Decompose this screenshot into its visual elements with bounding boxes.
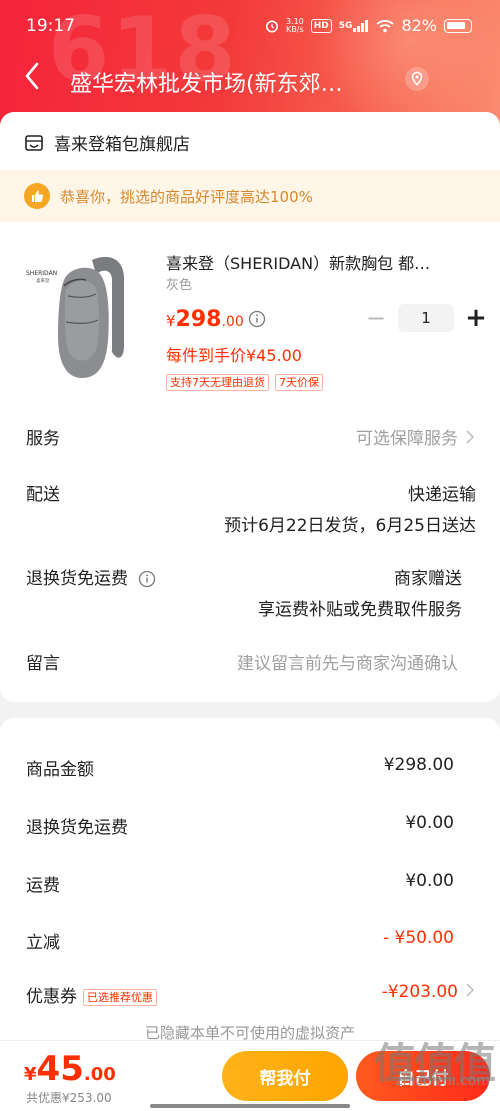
service-value: 可选保障服务: [356, 424, 475, 449]
total-decimal: .00: [83, 1064, 116, 1085]
price-symbol: ¥: [166, 312, 176, 330]
fee-row-return-shipping: 退换货免运费 ¥0.00: [26, 813, 454, 838]
product-title[interactable]: 喜来登（SHERIDAN）新款胸包 都…: [166, 250, 466, 274]
price-decimal: .00: [221, 314, 244, 330]
delivery-method: 快递运输: [408, 485, 476, 505]
network-type: 5G: [338, 20, 353, 31]
fee-label: 运费: [26, 876, 60, 896]
congrats-text: 恭喜你，挑选的商品好评度高达100%: [60, 187, 313, 206]
return-shipping-provider: 商家赠送: [394, 569, 462, 589]
price-integer: 298: [175, 307, 222, 332]
fee-label: 退换货免运费: [26, 818, 128, 838]
net-speed: 3.10 KB/s: [286, 17, 304, 34]
price-info-icon[interactable]: [248, 310, 266, 328]
service-label: 服务: [26, 429, 60, 449]
message-label: 留言: [26, 654, 60, 674]
fee-row-shipping: 运费 ¥0.00: [26, 871, 454, 896]
thumbs-up-icon: [24, 183, 50, 209]
product-tags: 支持7天无理由退货 7天价保: [166, 374, 323, 391]
quantity-stepper: − 1 +: [362, 303, 490, 333]
alarm-icon: [265, 19, 279, 33]
quantity-value[interactable]: 1: [398, 304, 454, 332]
chevron-left-icon: [25, 62, 39, 90]
nav-bar: 盛华宏林批发市场(新东郊…: [0, 52, 500, 112]
quantity-decrease-button[interactable]: −: [362, 304, 390, 332]
signal-icon: 5G: [338, 19, 370, 32]
fee-row-instant-discount: 立减 - ¥50.00: [26, 928, 454, 953]
fee-value: ¥0.00: [405, 813, 454, 833]
fee-value: - ¥50.00: [382, 928, 454, 948]
store-name: 喜来登箱包旗舰店: [54, 135, 190, 155]
fee-label: 商品金额: [26, 760, 94, 780]
tag-price-protection: 7天价保: [275, 374, 323, 391]
back-button[interactable]: [24, 62, 40, 96]
status-bar: 19:17 3.10 KB/s HD 5G 82%: [0, 0, 500, 52]
fee-row-coupon[interactable]: 优惠券 已选推荐优惠 -¥203.00: [26, 982, 475, 1007]
congrats-banner: 恭喜你，挑选的商品好评度高达100%: [0, 170, 500, 222]
wifi-icon: [376, 19, 395, 33]
hd-badge: HD: [310, 18, 332, 33]
brand-logo-text: SHERIDAN: [26, 270, 57, 277]
delivery-estimate: 预计6月22日发货，6月25日送达: [224, 516, 476, 536]
location-pin-icon[interactable]: [404, 66, 430, 92]
product-price: ¥ 298 .00: [166, 307, 244, 332]
delivery-info: 快递运输 预计6月22日发货，6月25日送达: [224, 480, 476, 536]
watermark-url: zhizhizhi.com: [395, 1073, 490, 1089]
order-card: 喜来登箱包旗舰店 恭喜你，挑选的商品好评度高达100% SHERIDAN 喜来登…: [0, 112, 500, 702]
quantity-increase-button[interactable]: +: [462, 303, 490, 333]
fee-value: ¥0.00: [405, 871, 454, 891]
store-row[interactable]: 喜来登箱包旗舰店: [24, 130, 190, 155]
total-symbol: ¥: [24, 1064, 37, 1085]
service-value-text: 可选保障服务: [356, 429, 458, 449]
fee-label: 立减: [26, 933, 60, 953]
tag-7day-return: 支持7天无理由退货: [166, 374, 269, 391]
return-shipping-label: 退换货免运费: [26, 564, 156, 589]
home-indicator[interactable]: [150, 1104, 350, 1108]
product-variant[interactable]: 灰色: [166, 274, 192, 293]
product-image[interactable]: SHERIDAN 喜来登: [26, 250, 136, 384]
store-icon: [24, 133, 44, 153]
unit-final-price: 每件到手价¥45.00: [166, 346, 302, 365]
coupon-recommended-tag: 已选推荐优惠: [83, 988, 157, 1006]
delivery-address-title[interactable]: 盛华宏林批发市场(新东郊…: [70, 66, 370, 98]
total-integer: 45: [36, 1049, 84, 1089]
return-info-icon[interactable]: [138, 570, 156, 588]
battery-icon: [444, 18, 472, 33]
fee-row-goods-amount: 商品金额 ¥298.00: [26, 755, 454, 780]
status-time: 19:17: [26, 16, 75, 36]
return-shipping-info: 商家赠送 享运费补贴或免费取件服务: [258, 564, 462, 620]
battery-percent: 82%: [401, 16, 437, 35]
fee-value: ¥298.00: [383, 755, 454, 775]
delivery-label: 配送: [26, 485, 60, 505]
fee-value: -¥203.00: [381, 982, 458, 1002]
help-me-pay-button[interactable]: 帮我付: [222, 1051, 348, 1101]
status-icons: 3.10 KB/s HD 5G 82%: [265, 16, 472, 35]
message-input[interactable]: 建议留言前先与商家沟通确认: [237, 649, 458, 674]
chevron-right-icon: [466, 429, 475, 448]
coupon-value: -¥203.00: [381, 982, 475, 1002]
chevron-right-icon: [466, 982, 475, 1001]
return-shipping-label-text: 退换货免运费: [26, 569, 128, 589]
total-price: ¥ 45 .00: [24, 1049, 116, 1089]
fee-label: 优惠券: [26, 987, 77, 1007]
total-saving: 共优惠¥253.00: [26, 1091, 112, 1105]
brand-logo-sub: 喜来登: [36, 277, 50, 284]
net-speed-unit: KB/s: [286, 24, 304, 34]
return-shipping-desc: 享运费补贴或免费取件服务: [258, 600, 462, 620]
